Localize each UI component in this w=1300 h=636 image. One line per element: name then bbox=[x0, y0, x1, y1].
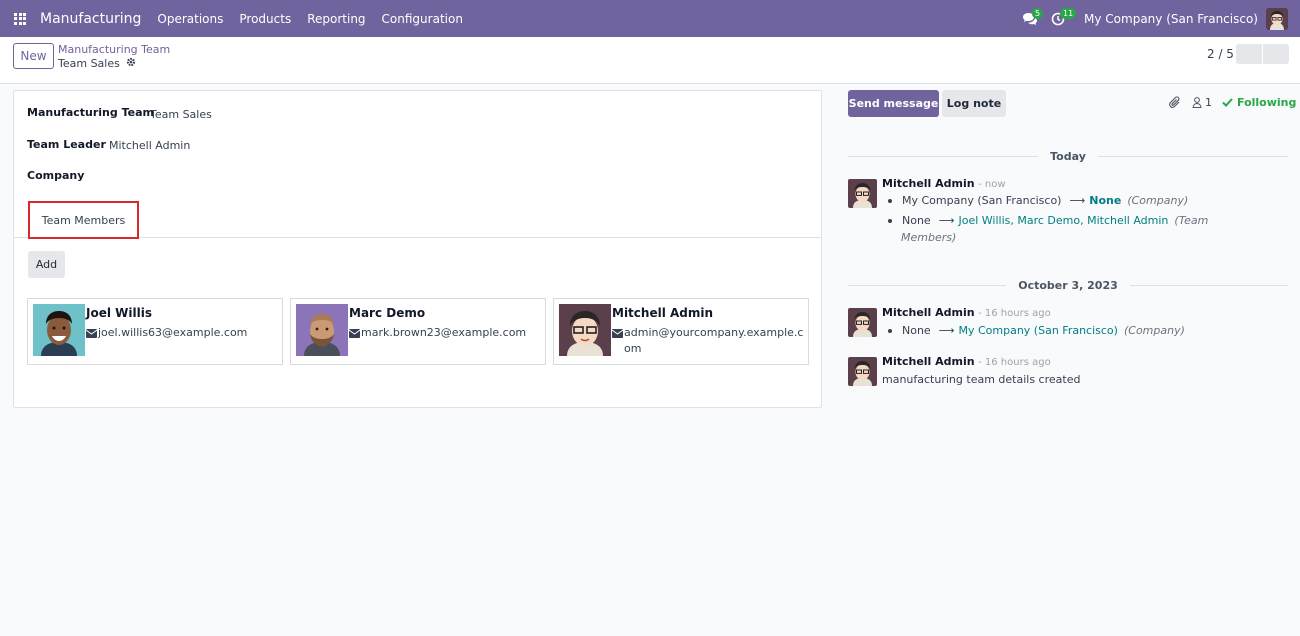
message-author-avatar[interactable] bbox=[848, 179, 877, 208]
date-separator: Today bbox=[848, 149, 1289, 163]
member-avatar bbox=[296, 304, 348, 356]
activity-badge: 11 bbox=[1060, 8, 1077, 19]
following-label: Following bbox=[1237, 96, 1297, 109]
followers-count: 1 bbox=[1205, 96, 1212, 109]
tracking-field-name-cont: Members) bbox=[901, 231, 957, 244]
message-header: Mitchell Admin - now bbox=[882, 177, 1006, 190]
new-button[interactable]: New bbox=[13, 43, 54, 69]
add-member-button[interactable]: Add bbox=[28, 251, 65, 278]
date-separator-label: Today bbox=[1050, 149, 1086, 163]
log-note-button[interactable]: Log note bbox=[942, 90, 1006, 117]
leader-field-label: Team Leader bbox=[27, 138, 106, 151]
pager-value[interactable]: 2 / 5 bbox=[1207, 47, 1234, 61]
arrow-right-icon: ⟶ bbox=[938, 214, 955, 227]
control-panel: New Manufacturing Team Team Sales 2 / 5 bbox=[0, 37, 1300, 84]
menu-reporting[interactable]: Reporting bbox=[299, 12, 373, 26]
tracking-value-row: None ⟶ My Company (San Francisco) (Company) bbox=[888, 322, 1185, 339]
envelope-icon bbox=[86, 329, 97, 338]
member-email: joel.willis63@example.com bbox=[98, 326, 248, 339]
message-author[interactable]: Mitchell Admin bbox=[882, 355, 975, 368]
apps-menu-icon[interactable] bbox=[0, 0, 40, 37]
team-field-value[interactable]: Team Sales bbox=[150, 108, 212, 121]
pager-next-button[interactable] bbox=[1263, 44, 1289, 64]
member-email-row: joel.willis63@example.com bbox=[86, 325, 282, 341]
tracking-new-value: None bbox=[1089, 194, 1122, 207]
menu-products[interactable]: Products bbox=[231, 12, 299, 26]
breadcrumb-current: Team Sales bbox=[58, 57, 120, 70]
member-card[interactable]: Joel Willis joel.willis63@example.com bbox=[27, 298, 283, 365]
followers-button[interactable]: 1 bbox=[1192, 96, 1212, 109]
member-avatar bbox=[33, 304, 85, 356]
company-switcher[interactable]: My Company (San Francisco) bbox=[1084, 12, 1258, 26]
envelope-icon bbox=[612, 329, 623, 338]
team-field-label: Manufacturing Team bbox=[27, 106, 154, 119]
gear-icon[interactable] bbox=[126, 57, 136, 70]
member-email: mark.brown23@example.com bbox=[361, 326, 527, 339]
tracking-old-value: None bbox=[902, 324, 931, 337]
date-separator: October 3, 2023 bbox=[848, 278, 1288, 292]
pager-previous-button[interactable] bbox=[1236, 44, 1262, 64]
user-avatar[interactable] bbox=[1266, 7, 1288, 30]
arrow-right-icon: ⟶ bbox=[938, 324, 955, 337]
member-name: Joel Willis bbox=[86, 306, 152, 320]
date-separator-label: October 3, 2023 bbox=[1018, 278, 1118, 292]
envelope-icon bbox=[349, 329, 360, 338]
message-author[interactable]: Mitchell Admin bbox=[882, 177, 975, 190]
breadcrumb-parent[interactable]: Manufacturing Team bbox=[58, 43, 170, 56]
activity-clock-icon[interactable]: 11 bbox=[1044, 0, 1077, 37]
message-time: - 16 hours ago bbox=[978, 357, 1051, 368]
form-sheet: Manufacturing Team Team Sales Team Leade… bbox=[13, 90, 822, 408]
tab-team-members[interactable]: Team Members bbox=[28, 201, 139, 239]
member-card[interactable]: Mitchell Admin admin@yourcompany.example… bbox=[553, 298, 809, 365]
menu-operations[interactable]: Operations bbox=[149, 12, 231, 26]
tracking-field-wrap: Members) bbox=[901, 229, 956, 246]
message-header: Mitchell Admin - 16 hours ago bbox=[882, 355, 1051, 368]
top-navbar: Manufacturing Operations Products Report… bbox=[0, 0, 1300, 37]
paperclip-icon[interactable] bbox=[1169, 96, 1181, 112]
send-message-button[interactable]: Send message bbox=[848, 90, 939, 117]
member-email-row: admin@yourcompany.example.com bbox=[612, 325, 808, 357]
member-avatar bbox=[559, 304, 611, 356]
menu-configuration[interactable]: Configuration bbox=[374, 12, 471, 26]
tracking-new-value: My Company (San Francisco) bbox=[958, 324, 1118, 337]
messaging-icon[interactable]: 5 bbox=[1016, 0, 1044, 37]
tracking-old-value: None bbox=[902, 214, 931, 227]
member-name: Marc Demo bbox=[349, 306, 426, 320]
user-icon bbox=[1192, 97, 1202, 108]
member-email-row: mark.brown23@example.com bbox=[349, 325, 545, 341]
tracking-field-name: (Team bbox=[1174, 214, 1209, 227]
tracking-field-name: (Company) bbox=[1123, 324, 1185, 337]
member-name: Mitchell Admin bbox=[612, 306, 714, 320]
message-author[interactable]: Mitchell Admin bbox=[882, 306, 975, 319]
leader-field-value[interactable]: Mitchell Admin bbox=[109, 139, 190, 152]
message-time: - 16 hours ago bbox=[978, 308, 1051, 319]
tracking-new-value: Joel Willis, Marc Demo, Mitchell Admin bbox=[958, 214, 1169, 227]
member-email: admin@yourcompany.example.com bbox=[624, 326, 804, 355]
arrow-right-icon: ⟶ bbox=[1069, 194, 1086, 207]
tracking-field-name: (Company) bbox=[1127, 194, 1189, 207]
tracking-value-row: None ⟶ Joel Willis, Marc Demo, Mitchell Ad… bbox=[888, 212, 1208, 229]
message-time: - now bbox=[978, 179, 1006, 190]
member-card[interactable]: Marc Demo mark.brown23@example.com bbox=[290, 298, 546, 365]
company-field-label: Company bbox=[27, 169, 85, 182]
following-button[interactable]: Following bbox=[1222, 96, 1296, 109]
message-author-avatar[interactable] bbox=[848, 308, 877, 337]
message-author-avatar[interactable] bbox=[848, 357, 877, 386]
breadcrumb: Team Sales bbox=[58, 57, 136, 70]
messaging-badge: 5 bbox=[1032, 8, 1044, 19]
message-body: manufacturing team details created bbox=[882, 373, 1081, 386]
check-icon bbox=[1222, 98, 1233, 107]
message-header: Mitchell Admin - 16 hours ago bbox=[882, 306, 1051, 319]
app-name[interactable]: Manufacturing bbox=[40, 11, 141, 27]
tracking-old-value: My Company (San Francisco) bbox=[902, 194, 1062, 207]
tracking-value-row: My Company (San Francisco) ⟶ None (Company) bbox=[888, 192, 1188, 209]
